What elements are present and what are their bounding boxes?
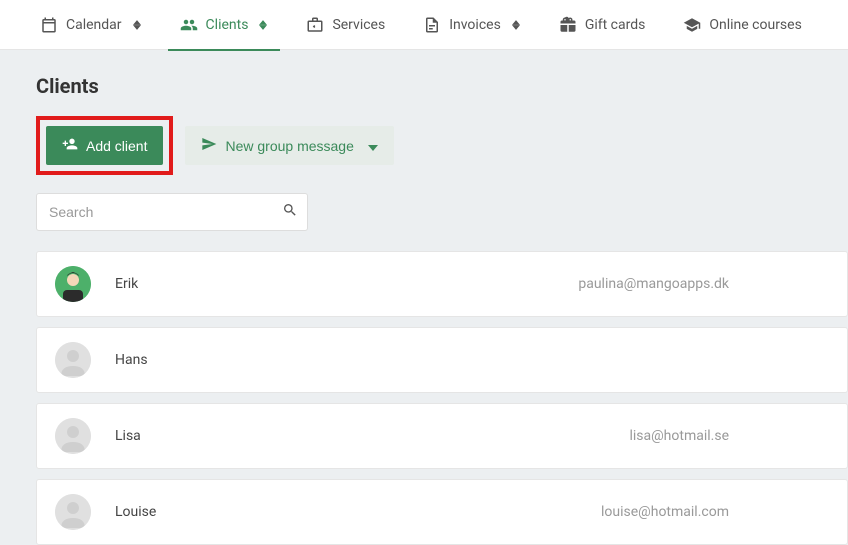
action-row: Add client New group message bbox=[36, 116, 848, 175]
search-icon[interactable] bbox=[282, 202, 298, 222]
client-email: paulina@mangoapps.dk bbox=[578, 276, 829, 292]
person-add-icon bbox=[62, 136, 78, 155]
client-name: Louise bbox=[115, 504, 156, 520]
avatar bbox=[55, 418, 91, 454]
add-client-button[interactable]: Add client bbox=[46, 126, 163, 165]
new-group-message-button[interactable]: New group message bbox=[185, 126, 393, 165]
client-email: lisa@hotmail.se bbox=[629, 428, 829, 444]
client-row[interactable]: Hans bbox=[36, 327, 848, 393]
nav-online-courses[interactable]: Online courses bbox=[683, 0, 801, 50]
button-label: New group message bbox=[225, 138, 353, 154]
send-icon bbox=[201, 136, 217, 155]
nav-label: Services bbox=[332, 17, 385, 33]
nav-invoices[interactable]: Invoices bbox=[423, 0, 521, 50]
client-list: Erik paulina@mangoapps.dk Hans Lisa lisa… bbox=[36, 251, 848, 545]
clients-icon bbox=[180, 16, 198, 34]
graduation-cap-icon bbox=[683, 16, 701, 34]
nav-calendar[interactable]: Calendar bbox=[40, 0, 142, 50]
invoice-icon bbox=[423, 16, 441, 34]
gift-icon bbox=[559, 16, 577, 34]
highlight-annotation: Add client bbox=[36, 116, 173, 175]
sort-updown-icon bbox=[132, 18, 142, 32]
avatar bbox=[55, 494, 91, 530]
client-name: Lisa bbox=[115, 428, 141, 444]
page-content: Clients Add client New group message bbox=[0, 50, 848, 545]
client-name: Hans bbox=[115, 352, 148, 368]
nav-label: Invoices bbox=[449, 17, 501, 33]
client-email: louise@hotmail.com bbox=[601, 504, 829, 520]
caret-down-icon bbox=[368, 138, 378, 154]
nav-clients[interactable]: Clients bbox=[180, 0, 269, 50]
page-title: Clients bbox=[36, 74, 848, 98]
avatar bbox=[55, 266, 91, 302]
nav-label: Online courses bbox=[709, 17, 801, 33]
briefcase-icon bbox=[306, 16, 324, 34]
nav-label: Clients bbox=[206, 17, 249, 33]
nav-label: Gift cards bbox=[585, 17, 646, 33]
client-name: Erik bbox=[115, 276, 138, 292]
button-label: Add client bbox=[86, 138, 147, 154]
top-nav: Calendar Clients Services Invoices bbox=[0, 0, 848, 50]
client-row[interactable]: Erik paulina@mangoapps.dk bbox=[36, 251, 848, 317]
avatar bbox=[55, 342, 91, 378]
search-input[interactable] bbox=[36, 193, 308, 231]
nav-label: Calendar bbox=[66, 17, 122, 33]
client-row[interactable]: Lisa lisa@hotmail.se bbox=[36, 403, 848, 469]
nav-gift-cards[interactable]: Gift cards bbox=[559, 0, 646, 50]
search-wrap bbox=[36, 193, 308, 231]
sort-updown-icon bbox=[511, 18, 521, 32]
nav-services[interactable]: Services bbox=[306, 0, 385, 50]
calendar-icon bbox=[40, 16, 58, 34]
sort-updown-icon bbox=[258, 18, 268, 32]
client-row[interactable]: Louise louise@hotmail.com bbox=[36, 479, 848, 545]
